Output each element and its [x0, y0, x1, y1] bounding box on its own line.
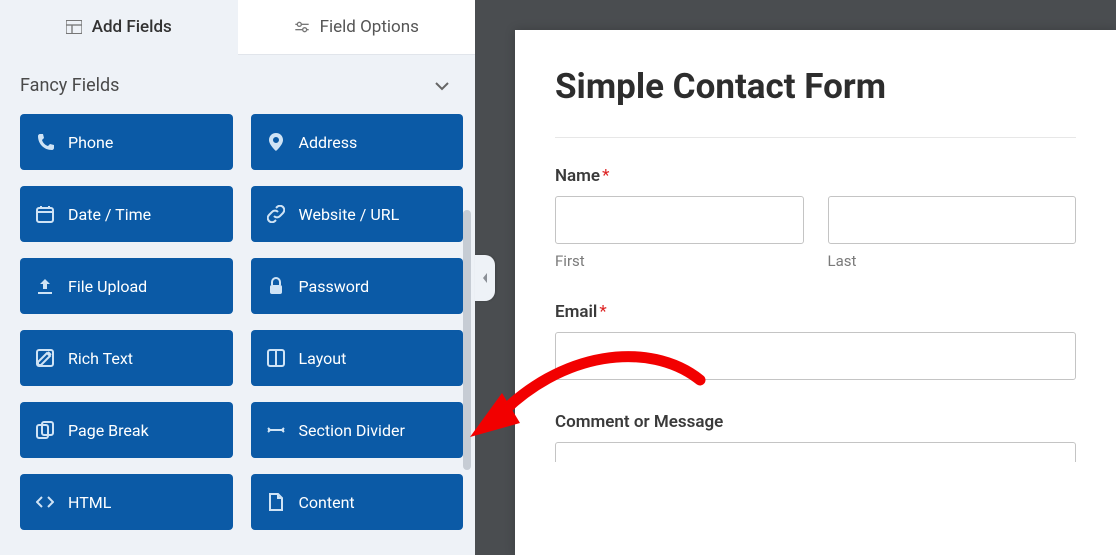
email-input[interactable] [555, 332, 1076, 380]
layout-icon [267, 349, 285, 367]
file-icon [267, 493, 285, 511]
field-comment[interactable]: Comment or Message [555, 412, 1076, 462]
field-button-phone[interactable]: Phone [20, 114, 233, 170]
field-button-content[interactable]: Content [251, 474, 464, 530]
field-button-divider[interactable]: Section Divider [251, 402, 464, 458]
sidebar-tabs: Add Fields Field Options [0, 0, 475, 55]
calendar-icon [36, 205, 54, 223]
name-last-input[interactable] [828, 196, 1077, 244]
field-button-label: Website / URL [299, 205, 400, 224]
field-options-icon [294, 20, 310, 34]
upload-icon [36, 277, 54, 295]
tab-add-fields-label: Add Fields [92, 17, 172, 37]
field-button-label: Password [299, 277, 370, 296]
code-icon [36, 493, 54, 511]
field-button-address[interactable]: Address [251, 114, 464, 170]
add-fields-icon [66, 20, 82, 34]
field-button-password[interactable]: Password [251, 258, 464, 314]
form-preview: Simple Contact Form Name* First Last Ema… [515, 30, 1116, 555]
tab-field-options-label: Field Options [320, 17, 419, 37]
field-button-url[interactable]: Website / URL [251, 186, 464, 242]
name-first-input[interactable] [555, 196, 804, 244]
comment-input[interactable] [555, 442, 1076, 462]
edit-icon [36, 349, 54, 367]
field-button-label: File Upload [68, 277, 147, 296]
name-last-sublabel: Last [828, 252, 1077, 270]
name-label: Name* [555, 166, 1076, 186]
sidebar-collapse-handle[interactable] [475, 255, 495, 301]
form-title: Simple Contact Form [555, 66, 1076, 138]
comment-label: Comment or Message [555, 412, 1076, 432]
required-mark: * [602, 166, 609, 186]
field-button-label: Content [299, 493, 355, 512]
fields-grid: Phone Address Date / Time Website / URL File… [0, 104, 475, 540]
field-email[interactable]: Email* [555, 302, 1076, 380]
field-button-pagebreak[interactable]: Page Break [20, 402, 233, 458]
scrollbar[interactable] [463, 210, 471, 470]
field-button-label: Date / Time [68, 205, 151, 224]
field-button-layout[interactable]: Layout [251, 330, 464, 386]
field-button-html[interactable]: HTML [20, 474, 233, 530]
chevron-down-icon [435, 81, 449, 91]
link-icon [267, 205, 285, 223]
copy-icon [36, 421, 54, 439]
field-button-label: Address [299, 133, 358, 152]
field-button-label: Page Break [68, 421, 149, 440]
email-label: Email* [555, 302, 1076, 322]
field-button-datetime[interactable]: Date / Time [20, 186, 233, 242]
section-fancy-fields-header[interactable]: Fancy Fields [0, 55, 475, 104]
field-button-richtext[interactable]: Rich Text [20, 330, 233, 386]
required-mark: * [599, 302, 606, 322]
chevron-left-icon [481, 272, 489, 284]
phone-icon [36, 133, 54, 151]
canvas-area: Simple Contact Form Name* First Last Ema… [475, 0, 1116, 555]
hr-icon [267, 421, 285, 439]
pin-icon [267, 133, 285, 151]
field-button-label: Rich Text [68, 349, 133, 368]
field-button-label: HTML [68, 493, 111, 512]
field-name[interactable]: Name* First Last [555, 166, 1076, 270]
field-button-label: Section Divider [299, 421, 405, 440]
tab-add-fields[interactable]: Add Fields [0, 0, 238, 55]
name-first-sublabel: First [555, 252, 804, 270]
lock-icon [267, 277, 285, 295]
section-title: Fancy Fields [20, 75, 119, 96]
sidebar-panel: Add Fields Field Options Fancy Fields Ph… [0, 0, 475, 555]
field-button-upload[interactable]: File Upload [20, 258, 233, 314]
field-button-label: Phone [68, 133, 113, 152]
field-button-label: Layout [299, 349, 347, 368]
tab-field-options[interactable]: Field Options [238, 0, 476, 55]
